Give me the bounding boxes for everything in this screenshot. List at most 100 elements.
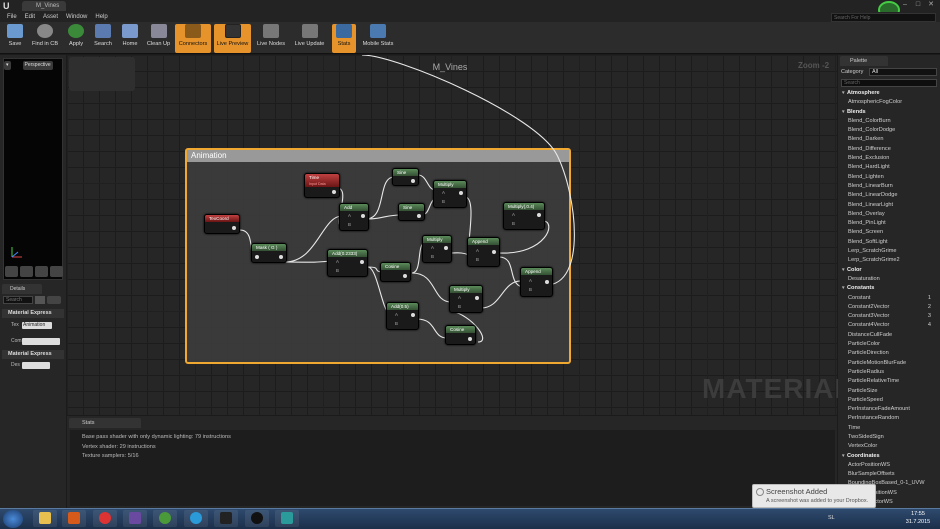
details-search-input[interactable]: Search xyxy=(3,296,33,304)
node-multiply-3[interactable]: Multiply A B xyxy=(449,285,483,313)
sphere-icon[interactable] xyxy=(20,266,33,277)
node-time[interactable]: Time Input Data xyxy=(304,173,340,198)
palette-item[interactable]: Blend_LinearLight xyxy=(841,201,937,210)
menu-window[interactable]: Window xyxy=(66,12,87,22)
close-icon[interactable]: ✕ xyxy=(926,1,936,9)
output-pin[interactable] xyxy=(492,250,496,254)
node-multiply-0-4[interactable]: Multiply(,0.4) A B xyxy=(503,202,545,230)
visual-studio-icon[interactable] xyxy=(123,510,147,527)
palette-item[interactable]: Constant 1 xyxy=(841,294,937,303)
palette-item[interactable]: ParticleDirection xyxy=(841,349,937,358)
clock-date[interactable]: 31.7.2015 xyxy=(900,519,936,525)
palette-item[interactable]: ParticleSpeed xyxy=(841,396,937,405)
media-player-icon[interactable] xyxy=(62,510,86,527)
eye-icon[interactable] xyxy=(47,296,61,304)
palette-item[interactable]: Lerp_ScratchGrime2 xyxy=(841,256,937,265)
palette-item[interactable]: Lerp_ScratchGrime xyxy=(841,247,937,256)
palette-item[interactable]: TwoSidedSign xyxy=(841,433,937,442)
view-options-icon[interactable] xyxy=(35,296,45,304)
palette-category[interactable]: Color xyxy=(841,266,937,275)
node-cosine-1[interactable]: Cosine xyxy=(380,262,411,282)
unreal-icon[interactable] xyxy=(245,510,269,527)
node-add-0-2333[interactable]: Add(0.2333) A B xyxy=(327,249,368,277)
palette-item[interactable]: Blend_Screen xyxy=(841,228,937,237)
palette-item[interactable]: ActorPositionWS xyxy=(841,461,937,470)
plane-icon[interactable] xyxy=(35,266,48,277)
search-button[interactable]: Search xyxy=(91,24,115,53)
palette-item[interactable]: BlurSampleOffsets xyxy=(841,470,937,479)
node-append-2[interactable]: Append A B xyxy=(520,267,553,297)
output-pin[interactable] xyxy=(232,226,236,230)
stats-tab[interactable]: Stats xyxy=(69,418,141,428)
palette-tab[interactable]: Palette xyxy=(840,56,888,66)
input-pin[interactable] xyxy=(255,255,259,259)
live-update-button[interactable]: Live Update xyxy=(291,24,328,53)
palette-item[interactable]: ParticleRelativeTime xyxy=(841,377,937,386)
palette-category[interactable]: Constants xyxy=(841,284,937,293)
stats-button[interactable]: Stats xyxy=(332,24,356,53)
palette-item[interactable]: Blend_Darken xyxy=(841,135,937,144)
help-search-input[interactable]: Search For Help xyxy=(831,13,936,22)
palette-category[interactable]: Atmosphere xyxy=(841,89,937,98)
comment-property-field[interactable] xyxy=(22,338,60,345)
node-cosine-2[interactable]: Cosine xyxy=(445,325,476,345)
palette-category[interactable]: Blends xyxy=(841,108,937,117)
output-pin[interactable] xyxy=(475,296,479,300)
palette-item[interactable]: Blend_Difference xyxy=(841,145,937,154)
palette-item[interactable]: ParticleColor xyxy=(841,340,937,349)
epic-launcher-icon[interactable] xyxy=(214,510,238,527)
palette-item[interactable]: ParticleSize xyxy=(841,387,937,396)
output-pin[interactable] xyxy=(545,280,549,284)
palette-item[interactable]: Constant2Vector 2 xyxy=(841,303,937,312)
palette-search-input[interactable]: Search xyxy=(841,79,937,87)
output-pin[interactable] xyxy=(360,260,364,264)
find-in-cb-button[interactable]: Find in CB xyxy=(29,24,61,53)
node-texcoord[interactable]: TexCoord xyxy=(204,214,240,234)
output-pin[interactable] xyxy=(279,255,283,259)
palette-item[interactable]: VertexColor xyxy=(841,442,937,451)
palette-item[interactable]: Blend_LinearDodge xyxy=(841,191,937,200)
output-pin[interactable] xyxy=(403,274,407,278)
palette-item[interactable]: PerInstanceRandom xyxy=(841,414,937,423)
palette-item[interactable]: Constant4Vector 4 xyxy=(841,321,937,330)
palette-item[interactable]: ParticleRadius xyxy=(841,368,937,377)
node-mask[interactable]: Mask ( G ) xyxy=(251,243,287,263)
palette-item[interactable]: Blend_LinearBurn xyxy=(841,182,937,191)
palette-item[interactable]: Constant3Vector 3 xyxy=(841,312,937,321)
palette-item[interactable]: AtmosphericFogColor xyxy=(841,98,937,107)
desc-property-field[interactable] xyxy=(22,362,50,369)
palette-item[interactable]: PerInstanceFadeAmount xyxy=(841,405,937,414)
output-pin[interactable] xyxy=(444,246,448,250)
palette-category[interactable]: Coordinates xyxy=(841,452,937,461)
live-preview-button[interactable]: Live Preview xyxy=(214,24,251,53)
menu-help[interactable]: Help xyxy=(95,12,107,22)
explorer-icon[interactable] xyxy=(33,510,57,527)
chrome-icon[interactable] xyxy=(93,510,117,527)
output-pin[interactable] xyxy=(468,337,472,341)
home-button[interactable]: Home xyxy=(118,24,142,53)
palette-item[interactable]: Blend_Lighten xyxy=(841,173,937,182)
node-add-0-5[interactable]: Add(0.5) A B xyxy=(386,302,419,330)
menu-file[interactable]: File xyxy=(7,12,17,22)
maya-icon[interactable] xyxy=(275,510,299,527)
palette-item[interactable]: Blend_Overlay xyxy=(841,210,937,219)
node-append-1[interactable]: Append A B xyxy=(467,237,500,267)
mobile-stats-button[interactable]: Mobile Stats xyxy=(359,24,397,53)
cube-icon[interactable] xyxy=(50,266,63,277)
palette-item[interactable]: ParticleMotionBlurFade xyxy=(841,359,937,368)
output-pin[interactable] xyxy=(417,214,421,218)
node-add[interactable]: Add A B xyxy=(339,203,369,231)
material-expression-section[interactable]: Material Express xyxy=(2,309,64,318)
node-multiply-2[interactable]: Multiply A B xyxy=(422,235,452,263)
output-pin[interactable] xyxy=(411,313,415,317)
clean-up-button[interactable]: Clean Up xyxy=(145,24,172,53)
palette-item[interactable]: Time xyxy=(841,424,937,433)
menu-edit[interactable]: Edit xyxy=(25,12,35,22)
category-select[interactable]: All xyxy=(869,68,937,76)
palette-item[interactable]: DistanceCullFade xyxy=(841,331,937,340)
skype-icon[interactable] xyxy=(184,510,208,527)
save-button[interactable]: Save xyxy=(4,24,26,53)
maximize-icon[interactable]: □ xyxy=(913,1,923,9)
output-pin[interactable] xyxy=(537,213,541,217)
output-pin[interactable] xyxy=(361,214,365,218)
